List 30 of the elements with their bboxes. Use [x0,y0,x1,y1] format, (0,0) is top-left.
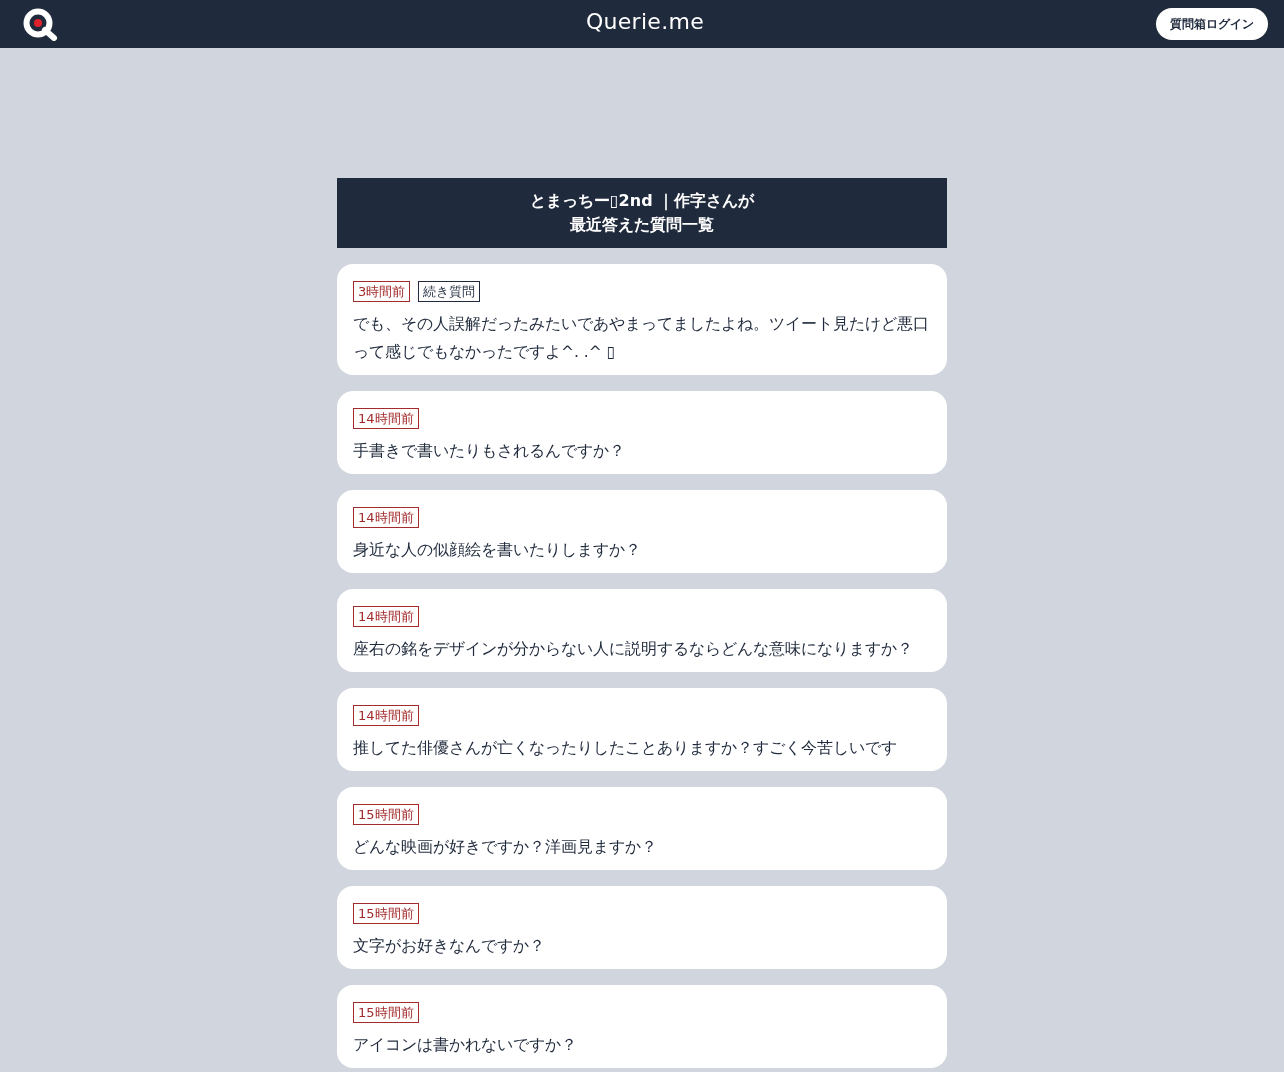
question-text: アイコンは書かれないですか？ [353,1035,578,1056]
time-tag: 14時間前 [353,507,419,528]
time-tag: 3時間前 [353,281,411,302]
time-tag: 15時間前 [353,1002,419,1023]
question-text: 文字がお好きなんですか？ [353,936,546,957]
question-card[interactable]: 3時間前 続き質問 でも、その人誤解だったみたいであやまってましたよね。ツイート見たけど悪口って感じでもなかったですよ^. .^ ▯ [337,264,947,375]
follow-up-tag: 続き質問 [418,281,481,302]
time-tag: 15時間前 [353,804,419,825]
question-text: 座右の銘をデザインが分からない人に説明するならどんな意味になりますか？ [353,639,914,660]
question-text: どんな映画が好きですか？洋画見ますか？ [353,837,658,858]
question-card[interactable]: 14時間前 手書きで書いたりもされるんですか？ [337,391,947,474]
question-card[interactable]: 15時間前 どんな映画が好きですか？洋画見ますか？ [337,787,947,870]
question-card[interactable]: 14時間前 身近な人の似顔絵を書いたりしますか？ [337,490,947,573]
header-title: 最近答えた質問一覧 [570,214,714,236]
time-tag: 14時間前 [353,606,419,627]
site-name: Querie.me [585,11,705,33]
login-button[interactable]: 質問箱ログイン [1156,8,1268,40]
time-tag: 15時間前 [353,903,419,924]
question-card[interactable]: 14時間前 推してた俳優さんが亡くなったりしたことありますか？すごく今苦しいです [337,688,947,771]
question-text: 推してた俳優さんが亡くなったりしたことありますか？すごく今苦しいです [353,738,898,759]
question-text: 手書きで書いたりもされるんですか？ [353,441,626,462]
header-title: とまっちー▯2nd ｜作字さんが [529,190,755,213]
question-text: 身近な人の似顔絵を書いたりしますか？ [353,540,642,561]
question-card[interactable]: 15時間前 アイコンは書かれないですか？ [337,985,947,1068]
time-tag: 14時間前 [353,705,419,726]
magnifier-logo-icon[interactable] [22,7,58,41]
question-card[interactable]: 15時間前 文字がお好きなんですか？ [337,886,947,969]
question-text: でも、その人誤解だったみたいであやまってましたよね。ツイート見たけど悪口って感じでもなかったですよ^. .^ ▯ [353,314,930,363]
question-card[interactable]: 14時間前 座右の銘をデザインが分からない人に説明するならどんな意味になりますか？ [337,589,947,672]
time-tag: 14時間前 [353,408,419,429]
